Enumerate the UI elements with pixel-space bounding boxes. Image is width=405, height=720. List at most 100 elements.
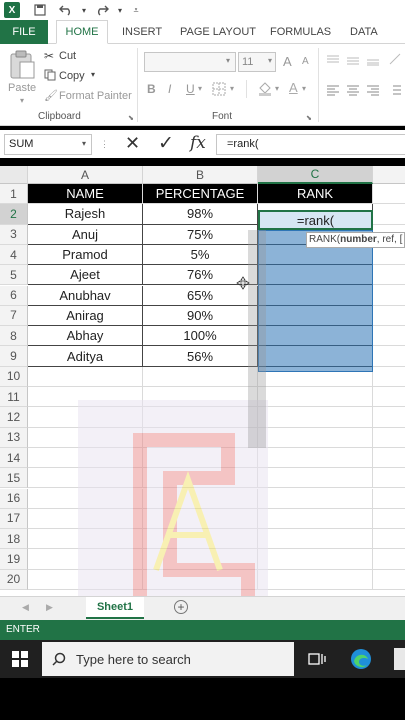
name-cell[interactable]: Aditya [28, 346, 143, 367]
fill-color-dropdown-icon[interactable]: ▾ [275, 84, 279, 93]
copy-dropdown-icon[interactable]: ▾ [91, 70, 95, 79]
name-cell[interactable]: Anubhav [28, 285, 143, 306]
tab-page-layout[interactable]: PAGE LAYOUT [180, 20, 256, 44]
name-cell[interactable]: Pramod [28, 244, 143, 266]
row-header[interactable]: 17 [0, 508, 28, 530]
column-header-a[interactable]: A [28, 166, 143, 184]
formula-bar-grip-icon[interactable]: ⋮ [100, 139, 109, 150]
grid-cell[interactable] [143, 569, 258, 590]
row-header[interactable]: 13 [0, 427, 28, 448]
formula-input[interactable]: =rank( [216, 134, 405, 155]
row-header[interactable]: 1 [0, 184, 28, 205]
align-bottom-icon[interactable] [366, 54, 380, 69]
grow-font-button[interactable]: A [283, 54, 292, 69]
grid-cell[interactable] [28, 529, 143, 550]
select-all-corner[interactable] [0, 166, 28, 184]
paste-button[interactable]: Paste [8, 82, 36, 94]
grid-cell[interactable] [143, 427, 258, 448]
name-cell[interactable]: Anuj [28, 224, 143, 245]
align-left-icon[interactable] [326, 84, 340, 99]
fill-color-icon[interactable] [257, 80, 273, 99]
enter-check-icon[interactable]: ✓ [158, 132, 174, 155]
grid-cell[interactable] [143, 488, 258, 509]
indent-icon[interactable] [388, 84, 402, 99]
align-center-icon[interactable] [346, 84, 360, 99]
grid-cell[interactable] [373, 184, 405, 205]
grid-cell[interactable] [373, 346, 405, 367]
cancel-icon[interactable]: ✕ [125, 133, 140, 154]
italic-button[interactable]: I [168, 82, 171, 96]
redo-icon[interactable] [94, 2, 110, 18]
insert-function-button[interactable]: fx [190, 133, 206, 153]
grid-cell[interactable] [373, 489, 405, 509]
percentage-cell[interactable]: 98% [143, 204, 258, 225]
grid-cell[interactable] [373, 204, 405, 225]
grid-cell[interactable] [28, 468, 143, 489]
task-view-icon[interactable] [308, 651, 326, 667]
redo-dropdown-icon[interactable]: ▾ [112, 2, 128, 18]
font-color-icon[interactable]: A [289, 80, 298, 95]
grid-cell[interactable] [258, 549, 373, 570]
undo-icon[interactable] [58, 2, 74, 18]
grid-cell[interactable] [373, 286, 405, 306]
row-header[interactable]: 20 [0, 569, 28, 590]
borders-dropdown-icon[interactable]: ▾ [230, 84, 234, 93]
grid-cell[interactable] [28, 549, 143, 570]
grid-cell[interactable] [143, 468, 258, 489]
grid-cell[interactable] [258, 488, 373, 509]
tab-file[interactable]: FILE [0, 20, 48, 44]
paste-dropdown-icon[interactable]: ▾ [20, 96, 24, 105]
underline-button[interactable]: U [186, 82, 195, 96]
row-header[interactable]: 5 [0, 265, 28, 286]
font-name-dropdown-icon[interactable]: ▾ [226, 56, 230, 65]
grid-cell[interactable] [28, 508, 143, 530]
grid-cell[interactable] [143, 387, 258, 408]
percentage-cell[interactable]: 5% [143, 244, 258, 266]
align-middle-icon[interactable] [346, 54, 360, 69]
name-cell[interactable]: Abhay [28, 326, 143, 347]
edge-browser-icon[interactable] [350, 648, 372, 670]
grid-cell[interactable] [143, 529, 258, 550]
table-header-cell[interactable]: RANK [258, 184, 373, 205]
row-header[interactable]: 2 [0, 204, 28, 225]
sheet-scroll-right-icon[interactable]: ▶ [46, 602, 53, 613]
name-cell[interactable]: Ajeet [28, 265, 143, 286]
format-painter-button[interactable]: Format Painter [59, 90, 132, 102]
percentage-cell[interactable]: 100% [143, 326, 258, 347]
row-header[interactable]: 19 [0, 549, 28, 570]
grid-cell[interactable] [258, 387, 373, 408]
row-header[interactable]: 6 [0, 285, 28, 306]
grid-cell[interactable] [373, 326, 405, 347]
align-top-icon[interactable] [326, 54, 340, 69]
percentage-cell[interactable]: 90% [143, 305, 258, 327]
active-cell-c2[interactable]: =rank( [258, 210, 373, 230]
column-header-d[interactable] [373, 166, 405, 184]
shrink-font-button[interactable]: A [302, 56, 309, 67]
grid-cell[interactable] [373, 549, 405, 570]
grid-cell[interactable] [373, 265, 405, 286]
name-box-dropdown-icon[interactable]: ▾ [82, 139, 86, 148]
tab-data[interactable]: DATA [350, 20, 378, 44]
font-size-dropdown-icon[interactable]: ▾ [268, 56, 272, 65]
windows-start-icon[interactable] [12, 651, 28, 667]
orientation-icon[interactable] [388, 52, 402, 69]
row-header[interactable]: 11 [0, 387, 28, 408]
name-cell[interactable]: Rajesh [28, 204, 143, 225]
grid-cell[interactable] [373, 407, 405, 428]
row-header[interactable]: 15 [0, 468, 28, 489]
grid-cell[interactable] [373, 529, 405, 550]
selected-range-c3-c9[interactable] [258, 230, 373, 372]
font-launcher-icon[interactable]: ⬊ [306, 114, 312, 122]
grid-cell[interactable] [28, 447, 143, 469]
row-header[interactable]: 9 [0, 346, 28, 367]
save-icon[interactable] [32, 2, 48, 18]
grid-cell[interactable] [373, 509, 405, 530]
grid-cell[interactable] [258, 427, 373, 448]
grid-cell[interactable] [28, 366, 143, 387]
column-header-c[interactable]: C [258, 166, 373, 184]
taskbar-app-icon[interactable] [394, 648, 405, 670]
function-tooltip[interactable]: RANK(number, ref, [ [306, 232, 405, 248]
row-header[interactable]: 4 [0, 244, 28, 266]
sheet-scroll-left-icon[interactable]: ◀ [22, 602, 29, 613]
row-header[interactable]: 16 [0, 488, 28, 509]
